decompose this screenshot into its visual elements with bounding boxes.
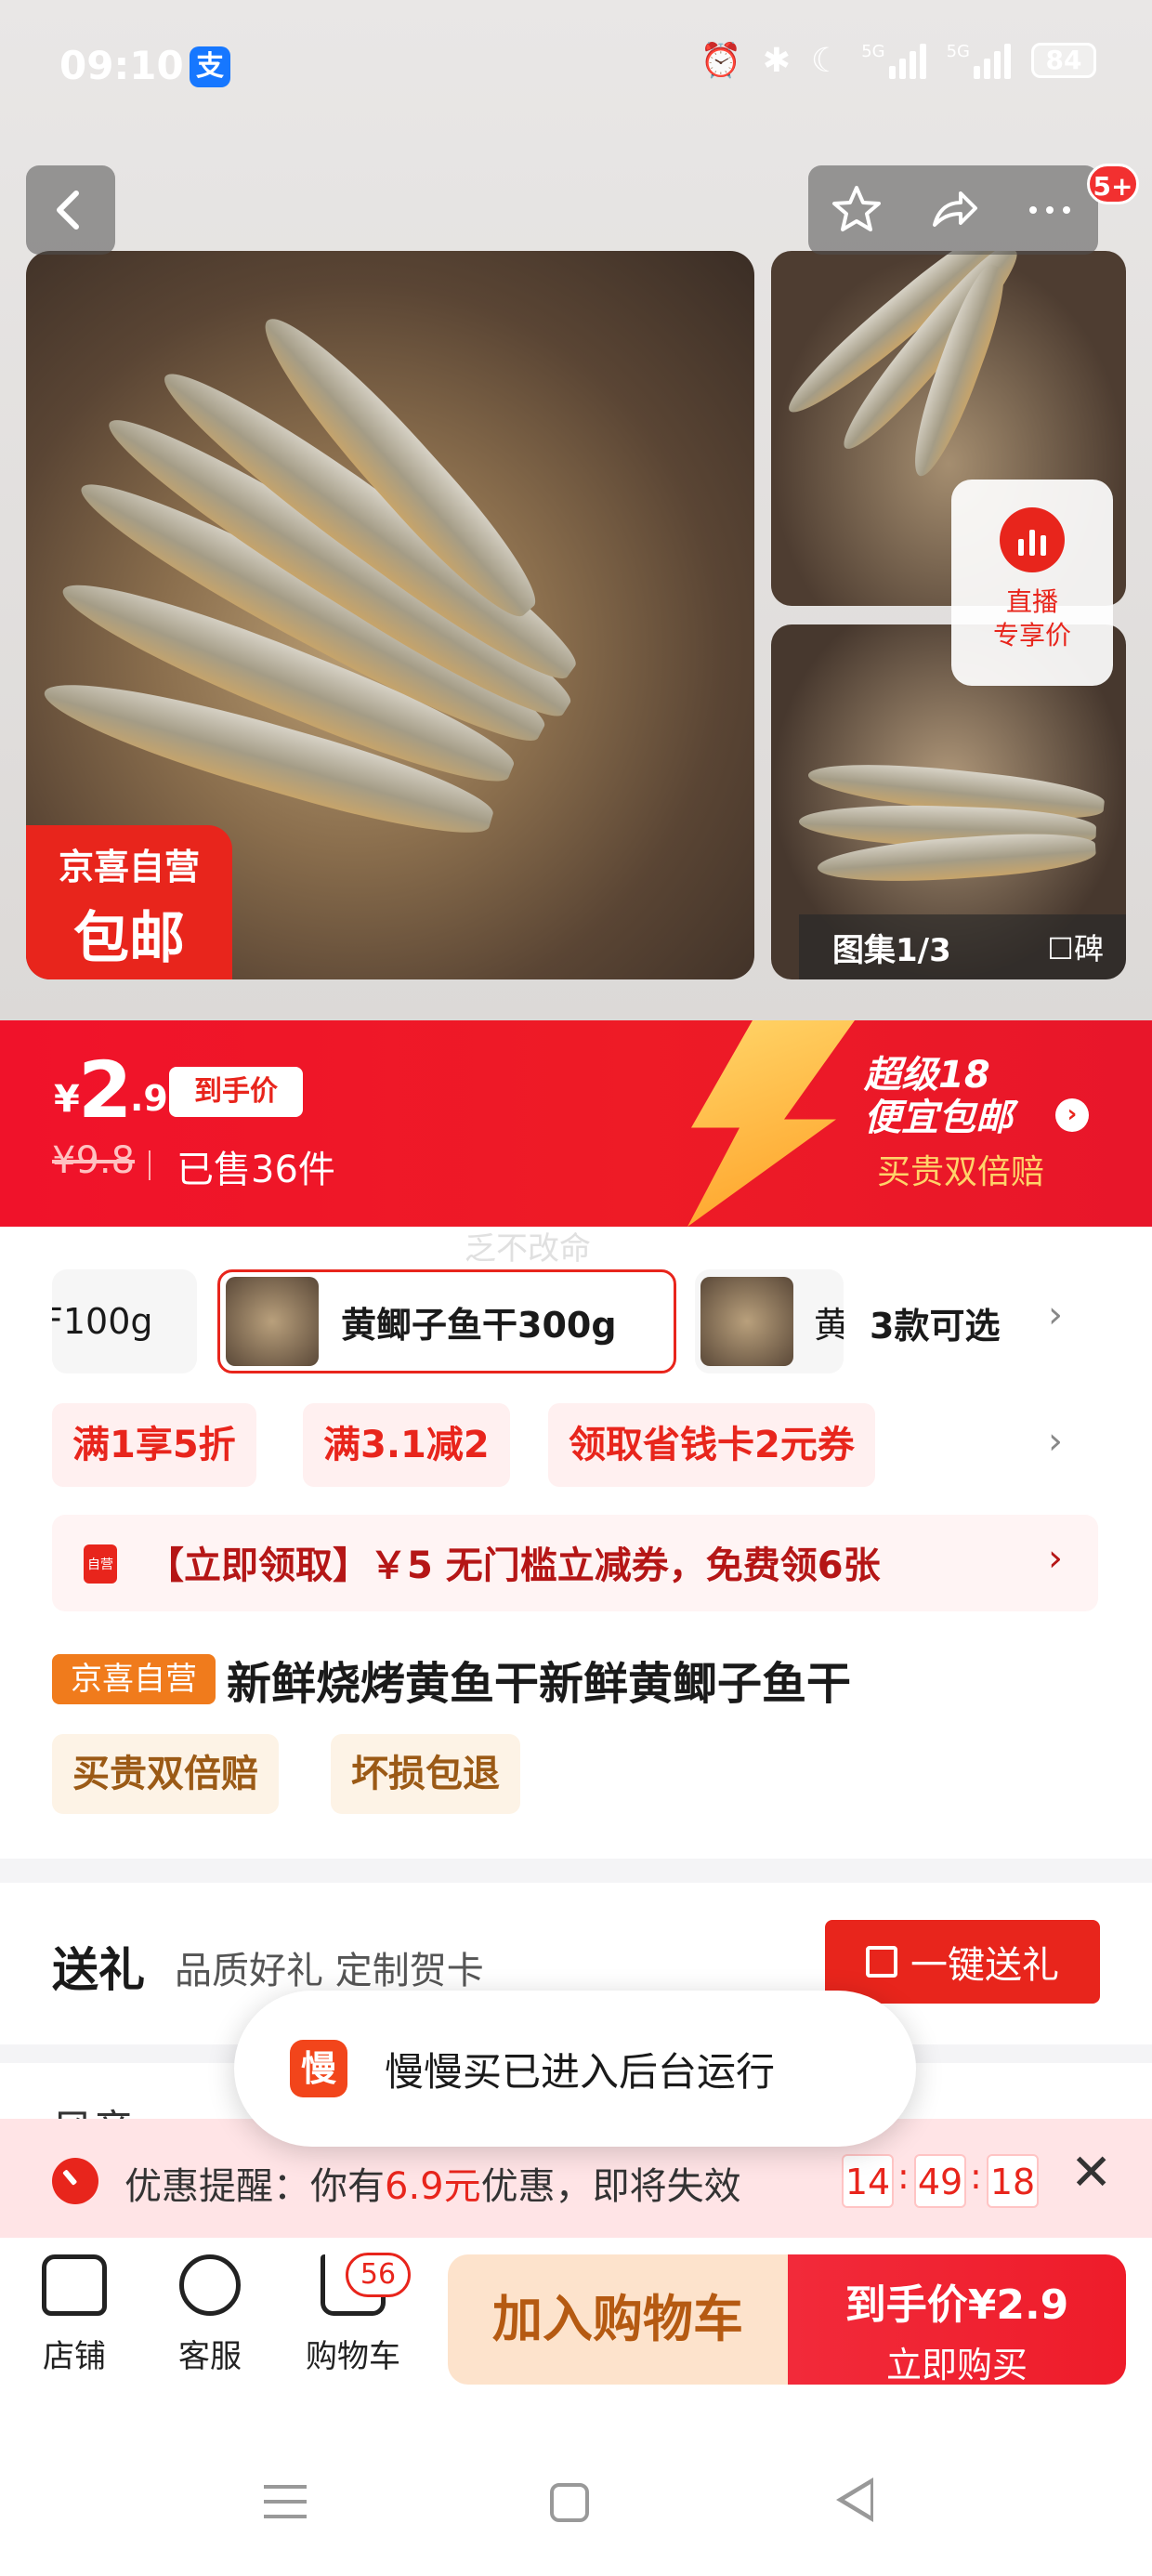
variant-label: 黄鲫子鱼干300g: [341, 1304, 617, 1346]
product-title: 新鲜烧烤黄鱼干新鲜黄鲫子鱼干: [227, 1658, 852, 1710]
reminder-prefix: 优惠提醒：你有: [124, 2165, 385, 2208]
variant-count[interactable]: 3款可选: [870, 1297, 1000, 1348]
more-icon[interactable]: [1022, 182, 1078, 238]
gift-icon: [866, 1946, 897, 1978]
countdown-minutes: 49: [914, 2154, 966, 2208]
status-time: 09:10: [59, 43, 184, 88]
album-counter[interactable]: 图集1/3: [799, 925, 951, 970]
gift-title: 送礼: [52, 1943, 145, 1997]
variant-thumbnail: [700, 1277, 793, 1366]
original-price: ¥9.8: [52, 1139, 136, 1182]
buy-price-label: 到手价¥2.9: [844, 2281, 1069, 2329]
status-icons: ⏰ ✱ ☾ 5G 5G 84: [700, 41, 1096, 80]
chevron-right-icon[interactable]: ›: [1055, 1098, 1089, 1132]
chat-face-icon: [179, 2254, 241, 2316]
customer-service-button[interactable]: 客服: [154, 2254, 266, 2376]
final-price-tag: 到手价: [169, 1067, 303, 1117]
reminder-suffix: 优惠，即将失效: [480, 2165, 741, 2208]
alipay-icon: 支: [190, 46, 230, 87]
variant-label: 黄: [814, 1304, 844, 1346]
cart-count-badge: 56: [346, 2253, 411, 2297]
back-button[interactable]: [26, 165, 115, 255]
store-button[interactable]: 店铺: [19, 2254, 130, 2376]
coupon-text[interactable]: 【立即领取】￥5 无门槛立减券，免费领6张: [147, 1535, 881, 1589]
double-compensation-text: 买贵双倍赔: [877, 1153, 1045, 1191]
message-count-badge: 5+: [1087, 164, 1139, 204]
badge-line1: 京喜自营: [58, 847, 200, 887]
menu-icon[interactable]: [264, 2485, 307, 2530]
koubei-tab[interactable]: ☐碑: [1047, 926, 1104, 968]
moon-icon: ☾: [810, 41, 842, 80]
share-icon[interactable]: [925, 182, 981, 238]
live-price-button[interactable]: 直播 专享价: [951, 480, 1113, 686]
promo-tag-3[interactable]: 领取省钱卡2元券: [548, 1403, 875, 1487]
live-line1: 直播: [1005, 586, 1058, 617]
variant-option-300g[interactable]: 黄鲫子鱼干300g: [217, 1269, 676, 1373]
coupon-icon: 自营: [84, 1544, 117, 1584]
chevron-right-icon[interactable]: ›: [1048, 1420, 1063, 1463]
reminder-amount: 6.9元: [385, 2165, 481, 2208]
live-icon: [1000, 507, 1065, 572]
section-divider: [0, 1859, 1152, 1883]
background-toast: 慢 慢慢买已进入后台运行: [234, 1991, 916, 2147]
top-actions: [808, 165, 1098, 255]
buy-now-button[interactable]: 到手价¥2.9 立即购买: [788, 2254, 1126, 2385]
self-operated-badge: 京喜自营 包邮: [26, 825, 232, 979]
promo-tag-2[interactable]: 满3.1减2: [303, 1403, 510, 1487]
gift-description: 品质好礼 定制贺卡: [175, 1950, 484, 1992]
home-icon[interactable]: [550, 2483, 589, 2522]
star-icon[interactable]: [829, 182, 884, 238]
countdown-seconds: 18: [987, 2154, 1039, 2208]
chevron-left-icon: [57, 191, 79, 230]
variant-label: F100g: [52, 1301, 153, 1342]
battery-icon: 84: [1031, 43, 1096, 78]
badge-line2: 包邮: [73, 906, 185, 971]
cart-label: 购物车: [306, 2338, 400, 2375]
variant-thumbnail: [226, 1277, 319, 1366]
variant-option-3[interactable]: 黄: [695, 1269, 844, 1373]
sold-count: 已售36件: [177, 1149, 335, 1191]
service-label: 客服: [178, 2338, 242, 2375]
live-line2: 专享价: [992, 620, 1071, 651]
price-integer: 2: [78, 1045, 133, 1136]
divider: [149, 1150, 151, 1180]
close-icon[interactable]: ✕: [1070, 2143, 1112, 2201]
countdown-hours: 14: [842, 2154, 894, 2208]
back-triangle-icon[interactable]: [836, 2477, 873, 2522]
countdown-colon: :: [970, 2156, 982, 2197]
price-currency: ¥: [54, 1078, 80, 1121]
price-decimal: .9: [130, 1078, 168, 1119]
add-to-cart-button[interactable]: 加入购物车: [448, 2254, 788, 2385]
store-label: 店铺: [43, 2338, 106, 2375]
album-bar[interactable]: 图集1/3 ☐碑: [799, 914, 1126, 979]
reminder-text: 优惠提醒：你有6.9元优惠，即将失效: [124, 2156, 741, 2210]
signal-5g-icon-2: 5G: [947, 42, 1011, 79]
send-gift-button[interactable]: 一键送礼: [825, 1920, 1100, 2004]
signal-5g-icon: 5G: [861, 42, 926, 79]
countdown-colon: :: [897, 2156, 910, 2197]
variant-option-100g[interactable]: F100g: [52, 1269, 197, 1373]
chevron-right-icon[interactable]: ›: [1048, 1537, 1063, 1580]
service-tag-2[interactable]: 坏损包退: [331, 1734, 520, 1814]
manmanmai-app-icon: 慢: [290, 2040, 347, 2097]
send-gift-label: 一键送礼: [910, 1944, 1059, 1987]
promo-tag-1[interactable]: 满1享5折: [52, 1403, 256, 1487]
alarm-icon: ⏰: [700, 42, 742, 80]
self-operated-tag: 京喜自营: [52, 1654, 216, 1704]
promo-title-2[interactable]: 便宜包邮: [864, 1087, 1013, 1141]
bluetooth-icon: ✱: [762, 41, 791, 80]
store-icon: [42, 2254, 107, 2316]
chevron-right-icon[interactable]: ›: [1048, 1294, 1063, 1336]
service-tag-1[interactable]: 买贵双倍赔: [52, 1734, 279, 1814]
buy-now-label: 立即购买: [885, 2345, 1028, 2385]
toast-message: 慢慢买已进入后台运行: [385, 2048, 776, 2095]
lightning-decoration: [687, 1020, 855, 1227]
status-bar: 09:10 支 ⏰ ✱ ☾ 5G 5G 84: [0, 0, 1152, 139]
clock-icon: [52, 2158, 98, 2204]
